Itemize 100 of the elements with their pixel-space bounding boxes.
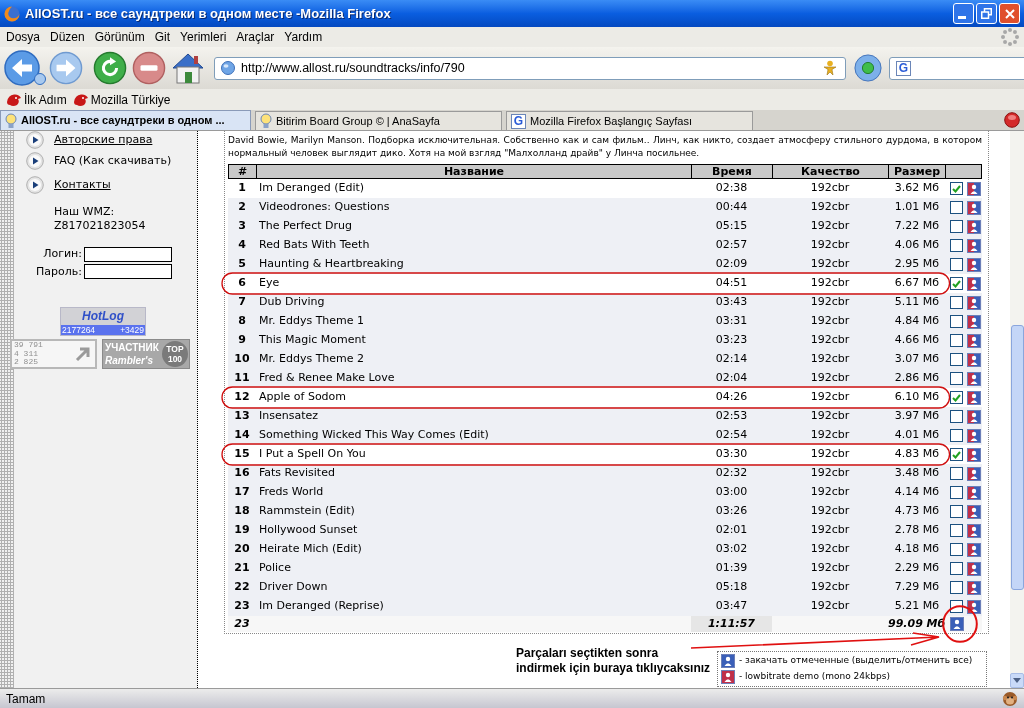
rating-badge[interactable]: УЧАСТНИК Rambler's TOP 100 <box>102 339 190 369</box>
figure-tile-icon[interactable] <box>967 523 981 538</box>
table-cell-text: 19 <box>233 522 251 539</box>
figure-tile-icon[interactable] <box>950 617 964 631</box>
scrollbar-thumb[interactable] <box>1010 325 1024 590</box>
column-header: Размер <box>889 165 946 178</box>
browser-tab[interactable]: AllOST.ru - все саундтреки в одном ... <box>0 110 251 130</box>
globe-icon <box>221 61 235 75</box>
stop-icon[interactable] <box>132 51 166 85</box>
login-field[interactable] <box>84 246 172 262</box>
menu-item[interactable]: Yerimleri <box>175 28 232 46</box>
search-engine-letter: G <box>896 60 911 76</box>
figure-tile-icon[interactable] <box>967 238 981 253</box>
password-field[interactable] <box>84 264 172 280</box>
search-field[interactable]: G <box>889 56 1024 80</box>
figure-tile-icon[interactable] <box>967 447 981 462</box>
table-cell-text: 05:15 <box>714 218 749 235</box>
menu-item[interactable]: Git <box>149 28 176 46</box>
counter-badge[interactable]: HotLog 2177264 +3429 <box>60 307 146 336</box>
row-checkbox[interactable] <box>950 315 963 328</box>
sidebar-link[interactable]: Авторские права <box>54 131 153 149</box>
row-checkbox[interactable] <box>950 467 963 480</box>
row-checkbox[interactable] <box>950 258 963 271</box>
figure-tile-icon[interactable] <box>967 409 981 424</box>
row-checkbox[interactable] <box>950 201 963 214</box>
table-cell-text: 192cbr <box>809 218 851 235</box>
row-checkbox[interactable] <box>950 296 963 309</box>
row-checkbox[interactable] <box>950 182 963 195</box>
figure-tile-icon[interactable] <box>967 466 981 481</box>
row-checkbox[interactable] <box>950 581 963 594</box>
table-cell-text: Police <box>258 560 292 577</box>
figure-tile-icon[interactable] <box>967 504 981 519</box>
table-cell-text: 03:26 <box>714 503 749 520</box>
row-checkbox[interactable] <box>950 429 963 442</box>
minimize-button[interactable] <box>953 3 974 24</box>
row-checkbox[interactable] <box>950 410 963 423</box>
menu-item[interactable]: Dosya <box>1 28 45 46</box>
figure-tile-icon[interactable] <box>967 181 981 196</box>
figure-tile-icon[interactable] <box>967 371 981 386</box>
row-checkbox[interactable] <box>950 505 963 518</box>
row-checkbox[interactable] <box>950 524 963 537</box>
browser-tab[interactable]: G Mozilla Firefox Başlangıç Sayfası <box>506 111 753 130</box>
figure-tile-icon[interactable] <box>967 542 981 557</box>
figure-tile-icon[interactable] <box>967 276 981 291</box>
figure-tile-icon[interactable] <box>967 257 981 272</box>
menu-item[interactable]: Düzen <box>45 28 90 46</box>
row-checkbox[interactable] <box>950 220 963 233</box>
table-cell-text: 4.83 Мб <box>893 446 940 463</box>
row-checkbox[interactable] <box>950 334 963 347</box>
figure-tile-icon[interactable] <box>967 485 981 500</box>
figure-tile-icon[interactable] <box>967 580 981 595</box>
table-cell-text: 3.07 Мб <box>893 351 940 368</box>
row-checkbox[interactable] <box>950 543 963 556</box>
table-cell-text: 192cbr <box>809 237 851 254</box>
browser-tab[interactable]: Bitirim Board Group © | AnaSayfa <box>255 111 502 130</box>
figure-tile-icon[interactable] <box>967 428 981 443</box>
restore-button[interactable] <box>976 3 997 24</box>
table-cell-text: 192cbr <box>809 598 851 615</box>
figure-tile-icon[interactable] <box>967 333 981 348</box>
row-checkbox[interactable] <box>950 448 963 461</box>
figure-tile-icon[interactable] <box>967 599 981 614</box>
row-checkbox[interactable] <box>950 562 963 575</box>
table-cell-text: 2 <box>237 199 247 216</box>
back-icon[interactable] <box>3 49 47 87</box>
table-cell-text: 6 <box>237 275 247 292</box>
figure-tile-icon[interactable] <box>967 390 981 405</box>
bookmark-link[interactable]: Mozilla Türkiye <box>90 90 171 109</box>
close-button[interactable] <box>999 3 1020 24</box>
figure-tile-icon[interactable] <box>967 219 981 234</box>
row-checkbox[interactable] <box>950 372 963 385</box>
forward-icon[interactable] <box>49 51 83 85</box>
row-checkbox[interactable] <box>950 486 963 499</box>
go-icon[interactable] <box>854 54 882 82</box>
figure-tile-icon[interactable] <box>967 295 981 310</box>
close-tab-icon[interactable] <box>1004 112 1020 128</box>
sidebar-link[interactable]: FAQ (Как скачивать) <box>54 152 172 170</box>
table-cell-text: 9 <box>237 332 247 349</box>
reload-icon[interactable] <box>93 51 127 85</box>
table-cell-text: 2.78 Мб <box>893 522 940 539</box>
table-cell-text: 04:51 <box>714 275 749 292</box>
table-cell-text: 7 <box>237 294 247 311</box>
sidebar-link[interactable]: Контакты <box>54 176 111 194</box>
figure-tile-icon[interactable] <box>967 200 981 215</box>
table-cell-text: 02:09 <box>714 256 749 273</box>
figure-tile-icon[interactable] <box>967 561 981 576</box>
table-cell-text: 02:14 <box>714 351 749 368</box>
table-cell-text: 1 <box>237 180 247 197</box>
menu-item[interactable]: Araçlar <box>231 28 280 46</box>
menu-item[interactable]: Yardım <box>279 28 328 46</box>
figure-tile-icon[interactable] <box>967 314 981 329</box>
bookmark-link[interactable]: İlk Adım <box>24 90 67 109</box>
scroll-down-button[interactable] <box>1010 673 1024 688</box>
menu-item[interactable]: Görünüm <box>89 28 150 46</box>
row-checkbox[interactable] <box>950 277 963 290</box>
row-checkbox[interactable] <box>950 353 963 366</box>
row-checkbox[interactable] <box>950 391 963 404</box>
row-checkbox[interactable] <box>950 239 963 252</box>
minimize-icon <box>958 16 966 19</box>
figure-tile-icon[interactable] <box>967 352 981 367</box>
address-field[interactable]: http://www.allost.ru/soundtracks/info/790 <box>214 56 846 80</box>
